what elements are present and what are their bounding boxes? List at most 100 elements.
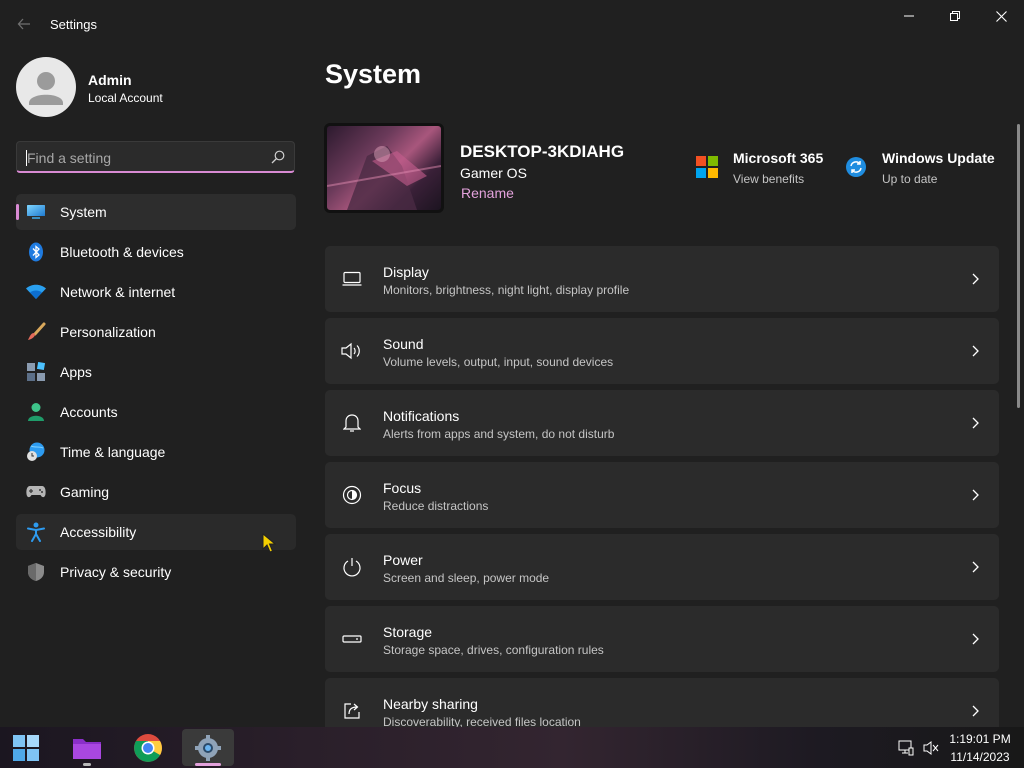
card-subtitle: Reduce distractions xyxy=(383,499,489,513)
sidebar-item-accounts[interactable]: Accounts xyxy=(16,394,296,430)
quick-link-subtitle: Up to date xyxy=(882,172,938,186)
close-icon xyxy=(995,10,1007,22)
chevron-right-icon xyxy=(972,633,979,645)
sidebar-item-bluetooth[interactable]: Bluetooth & devices xyxy=(16,234,296,270)
title-bar: Settings xyxy=(0,0,1024,48)
app-active-indicator xyxy=(195,763,221,766)
minimize-icon xyxy=(904,15,914,17)
bell-icon xyxy=(341,412,363,434)
sidebar-item-network[interactable]: Network & internet xyxy=(16,274,296,310)
card-title: Storage xyxy=(383,624,433,640)
person-avatar-icon xyxy=(29,72,63,105)
quick-link-title: Windows Update xyxy=(882,150,995,166)
display-icon xyxy=(341,268,363,290)
chevron-right-icon xyxy=(972,417,979,429)
search-input[interactable] xyxy=(27,149,257,167)
card-subtitle: Screen and sleep, power mode xyxy=(383,571,550,585)
scrollbar[interactable] xyxy=(1017,124,1020,408)
network-status-icon[interactable] xyxy=(898,740,914,756)
rename-link[interactable]: Rename xyxy=(461,185,514,201)
card-subtitle: Storage space, drives, configuration rul… xyxy=(383,643,604,657)
search-icon[interactable] xyxy=(271,150,285,164)
chevron-right-icon xyxy=(972,489,979,501)
sidebar-item-label: Accessibility xyxy=(60,524,137,540)
taskbar-clock-date[interactable]: 11/14/2023 xyxy=(944,750,1016,764)
speaker-icon xyxy=(341,340,363,362)
app-open-indicator xyxy=(83,763,91,766)
text-caret xyxy=(26,150,27,166)
settings-gear-icon xyxy=(195,734,221,761)
start-icon xyxy=(13,734,39,761)
minimize-button[interactable] xyxy=(886,0,932,32)
restore-icon xyxy=(950,11,960,21)
mouse-cursor-icon xyxy=(262,533,276,553)
globe-clock-icon xyxy=(26,442,46,461)
sidebar-item-apps[interactable]: Apps xyxy=(16,354,296,390)
apps-icon xyxy=(26,362,46,381)
volume-muted-icon[interactable] xyxy=(923,740,939,756)
card-subtitle: Volume levels, output, input, sound devi… xyxy=(383,355,614,369)
card-storage[interactable]: Storage Storage space, drives, configura… xyxy=(325,606,999,672)
chrome-icon xyxy=(134,733,162,762)
microsoft-logo-icon xyxy=(696,156,718,178)
search-box[interactable] xyxy=(16,141,295,173)
close-button[interactable] xyxy=(978,0,1024,32)
chevron-right-icon xyxy=(972,561,979,573)
file-explorer-icon xyxy=(73,738,101,759)
start-button[interactable] xyxy=(0,729,52,766)
sidebar-item-label: Accounts xyxy=(60,404,118,420)
card-title: Focus xyxy=(383,480,422,496)
sidebar-item-personalization[interactable]: Personalization xyxy=(16,314,296,350)
sidebar-item-system[interactable]: System xyxy=(16,194,296,230)
storage-drive-icon xyxy=(341,628,363,650)
sidebar-item-label: Apps xyxy=(60,364,92,380)
chevron-right-icon xyxy=(972,705,979,717)
sidebar-item-label: Network & internet xyxy=(60,284,176,300)
sidebar-item-gaming[interactable]: Gaming xyxy=(16,474,296,510)
restore-button[interactable] xyxy=(932,0,978,32)
share-icon xyxy=(341,700,363,722)
sidebar-item-label: Time & language xyxy=(60,444,166,460)
update-sync-icon xyxy=(846,157,866,177)
taskbar-settings[interactable] xyxy=(182,729,234,766)
gamepad-icon xyxy=(26,483,46,501)
sidebar-item-privacy[interactable]: Privacy & security xyxy=(16,554,296,590)
card-sound[interactable]: Sound Volume levels, output, input, soun… xyxy=(325,318,999,384)
person-icon xyxy=(26,403,46,421)
brush-icon xyxy=(26,322,46,341)
active-indicator xyxy=(16,204,19,220)
settings-card-list: Display Monitors, brightness, night ligh… xyxy=(325,246,999,750)
system-monitor-icon xyxy=(26,203,46,221)
sidebar-item-label: System xyxy=(60,204,107,220)
profile-name: Admin xyxy=(88,72,132,88)
wifi-icon xyxy=(26,283,46,301)
sidebar-item-time-language[interactable]: Time & language xyxy=(16,434,296,470)
wallpaper-image xyxy=(327,146,441,210)
device-wallpaper-thumbnail[interactable] xyxy=(324,123,444,213)
quick-link-subtitle: View benefits xyxy=(733,172,805,186)
card-title: Power xyxy=(383,552,423,568)
card-notifications[interactable]: Notifications Alerts from apps and syste… xyxy=(325,390,999,456)
card-display[interactable]: Display Monitors, brightness, night ligh… xyxy=(325,246,999,312)
accessibility-icon xyxy=(26,522,46,542)
device-name: DESKTOP-3KDIAHG xyxy=(460,142,625,161)
power-icon xyxy=(341,556,363,578)
card-subtitle: Alerts from apps and system, do not dist… xyxy=(383,427,615,441)
quick-link-title: Microsoft 365 xyxy=(733,150,824,166)
card-focus[interactable]: Focus Reduce distractions xyxy=(325,462,999,528)
microsoft-365-link[interactable]: Microsoft 365 View benefits xyxy=(696,148,836,188)
back-button[interactable] xyxy=(12,12,36,36)
chevron-right-icon xyxy=(972,345,979,357)
avatar[interactable] xyxy=(16,57,76,117)
taskbar-file-explorer[interactable] xyxy=(61,729,113,766)
card-title: Notifications xyxy=(383,408,460,424)
sidebar-item-accessibility[interactable]: Accessibility xyxy=(16,514,296,550)
windows-update-link[interactable]: Windows Update Up to date xyxy=(845,148,1005,188)
sidebar-item-label: Bluetooth & devices xyxy=(60,244,184,260)
page-title: System xyxy=(325,59,422,89)
sidebar-item-label: Personalization xyxy=(60,324,156,340)
taskbar-clock-time[interactable]: 1:19:01 PM xyxy=(944,732,1016,746)
chevron-right-icon xyxy=(972,273,979,285)
taskbar-chrome[interactable] xyxy=(122,729,174,766)
card-power[interactable]: Power Screen and sleep, power mode xyxy=(325,534,999,600)
